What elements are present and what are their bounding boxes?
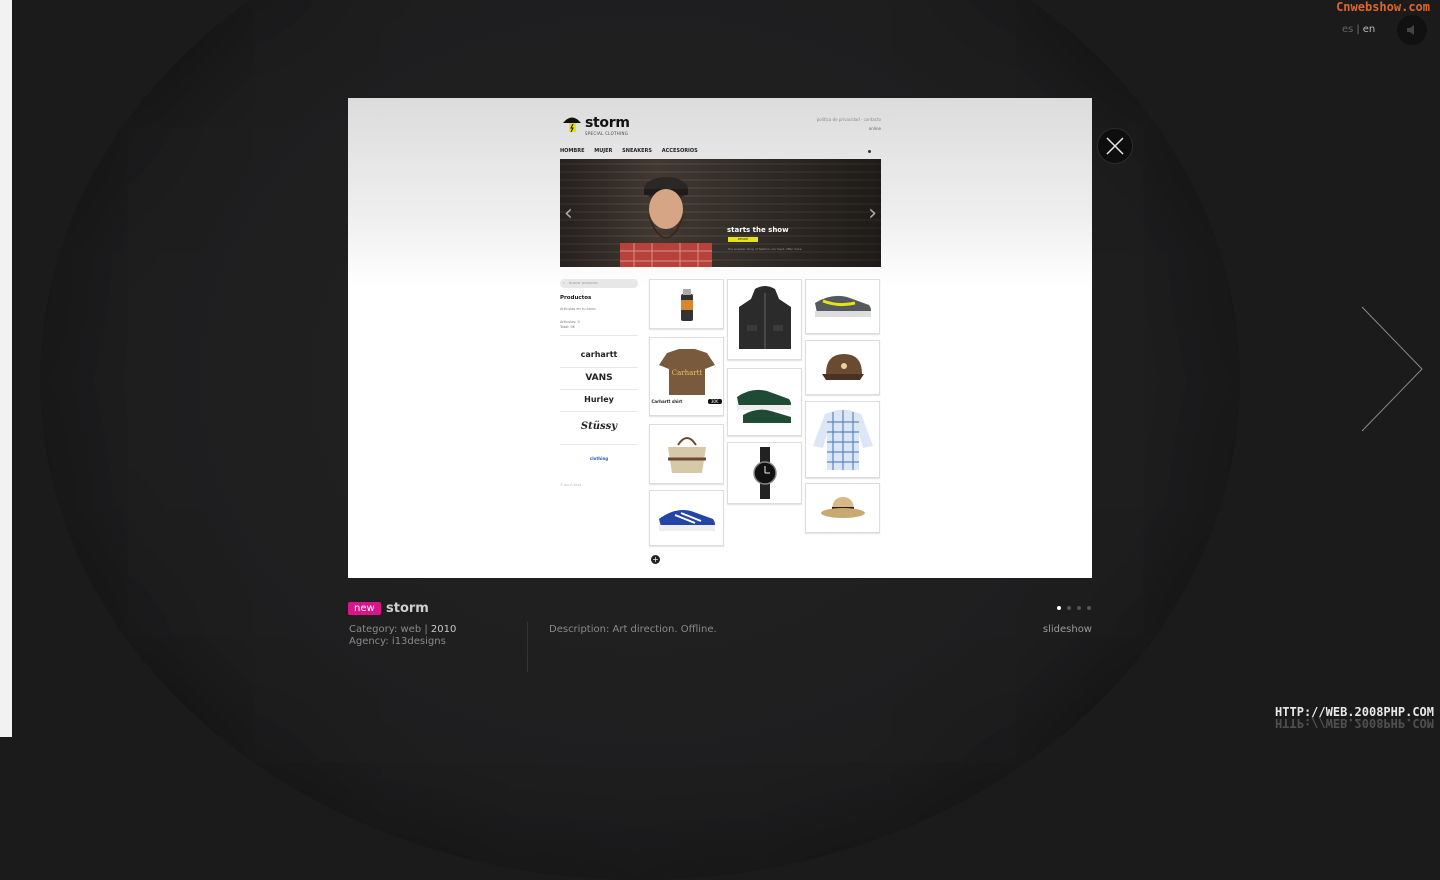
cap-image [821,353,864,380]
product-tile-jacket [727,279,802,360]
pager-dot[interactable] [1067,606,1071,610]
jacket-image [738,285,791,349]
storm-nav: HOMBRE MUJER SNEAKERS ACCESORIOS [560,148,706,154]
products-heading: Productos [560,295,592,301]
category-label: Category: web | [349,624,428,635]
svg-text:Carhartt: Carhartt [671,369,702,377]
storm-logo-subtitle: SPECIAL CLOTHING [585,131,629,136]
storm-nav-item: SNEAKERS [622,148,652,154]
hero-prev-icon: ‹ [564,201,573,226]
pager-dots [1057,606,1091,610]
storm-logo: storm SPECIAL CLOTHING [562,112,630,136]
plus-icon: + [651,555,660,564]
search-icon: ⌕ [563,281,565,285]
straw-hat-image [820,497,865,518]
storm-footer: © storm 2010 [560,483,582,487]
bag-image [667,437,706,473]
product-line: Total: 0€ [560,325,575,329]
lang-en-link[interactable]: en [1363,24,1376,35]
close-icon [1106,137,1124,155]
umbrella-icon [563,117,581,133]
pager-dot-active[interactable] [1057,606,1061,610]
storm-top-links: política de privacidad · contacto online [817,117,881,131]
hero-next-icon: › [868,201,877,226]
watch-image [752,447,777,499]
chevron-right-icon [1361,306,1423,432]
project-description: Description: Art direction. Offline. [549,624,717,635]
brand-hurley: Hurley [560,389,638,410]
storm-nav-item: ACCESORIOS [661,148,698,154]
storm-nav-dot [868,150,871,153]
sound-toggle-button[interactable] [1397,15,1427,45]
product-tile-watch [727,442,802,504]
product-tile-tee: Carhartt Carhartt shirt 30€ [649,337,724,416]
project-year: 2010 [430,624,457,635]
lang-es-link[interactable]: es [1342,24,1353,35]
next-project-button[interactable] [1360,305,1426,437]
language-switcher: es | en [1342,24,1375,35]
blue-sneaker-image [658,510,715,531]
pager-dot[interactable] [1077,606,1081,610]
product-tile-bag [649,424,724,484]
product-tile-hat [805,483,880,533]
tee-price: 30€ [707,399,722,404]
project-meta: Category: web | 2010 Agency: i13designs [349,624,456,648]
storm-logo-text: storm [585,115,630,131]
yellow-sneaker-image [814,295,871,317]
project-title: storm [386,601,429,616]
watermark-top: Cnwebshow.com [1336,0,1430,14]
slideshow-link[interactable]: slideshow [1043,624,1092,635]
tshirt-image: Carhartt [658,349,715,395]
product-line: Artículos en tu carro [560,307,596,311]
product-tile-shirt [805,401,880,478]
brand-vans: VANS [560,367,638,388]
tee-label: Carhartt shirt [651,399,683,404]
lang-separator: | [1356,24,1360,35]
storm-hero-banner: ‹ › starts the show DESDE the sneaker sh… [560,159,881,267]
storm-nav-item: MUJER [594,148,613,154]
info-divider [527,622,528,672]
spray-can-image [680,289,693,321]
left-edge-strip [0,0,12,737]
new-badge: new [348,602,381,615]
storm-nav-item: HOMBRE [560,148,585,154]
product-tile-spray [649,279,724,329]
hero-tag: DESDE [728,237,758,242]
hero-title: starts the show [727,226,789,234]
checked-shirt-image [812,409,873,470]
brand-stussy: Stüssy [560,411,638,442]
search-placeholder: buscar producto [569,281,598,285]
green-sneaker-image [736,389,791,423]
brand-badge: clothing [560,444,638,473]
product-line: Artículos: 0 [560,320,580,324]
product-tile-sneaker-yellow [805,279,880,334]
storm-search-input: ⌕ buscar producto [560,279,638,288]
product-tile-cap [805,340,880,395]
hero-model-image [620,177,712,267]
storm-login-link: online [868,126,881,131]
brand-carhartt: carhartt [560,335,638,366]
hero-text: the sneaker shop of fashion, our best, o… [728,247,802,251]
close-button[interactable] [1097,128,1133,164]
agency-label: Agency: i13designs [349,636,446,647]
speaker-icon [1407,25,1414,35]
pager-dot[interactable] [1087,606,1091,610]
storm-top-links-text: política de privacidad · contacto [816,117,881,122]
product-tile-sneaker-blue [649,490,724,546]
watermark-reflection: HTTP://WEB.2008PHP.COM [1275,716,1434,730]
project-screenshot[interactable]: storm SPECIAL CLOTHING política de priva… [348,98,1092,578]
storm-site-preview: storm SPECIAL CLOTHING política de priva… [560,98,881,578]
product-tile-sneaker-green [727,368,802,436]
